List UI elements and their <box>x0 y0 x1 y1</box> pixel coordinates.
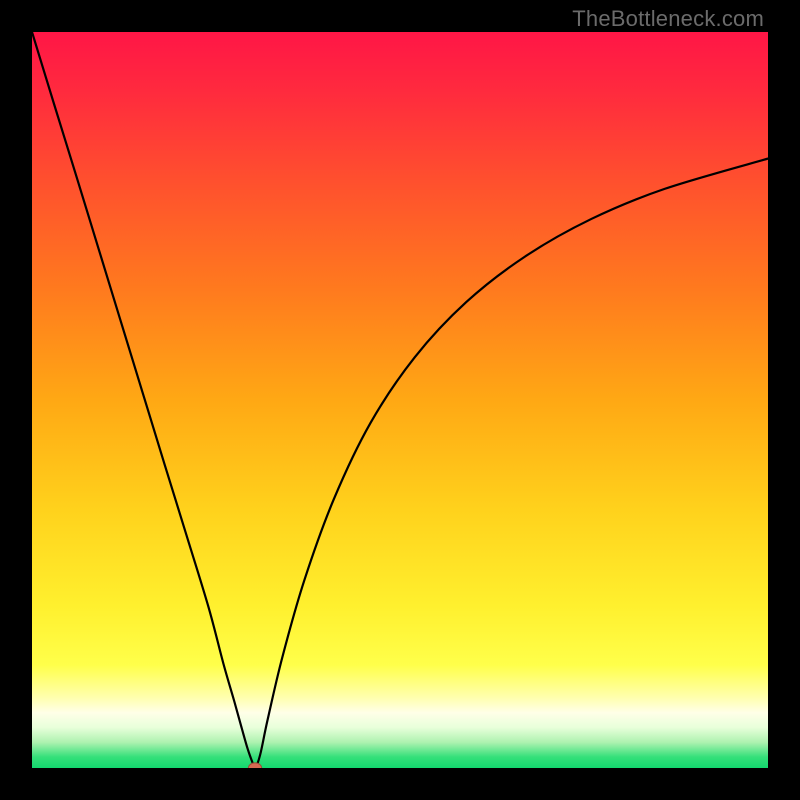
minimum-marker <box>248 763 261 768</box>
curve-layer <box>32 32 768 768</box>
watermark-text: TheBottleneck.com <box>572 6 764 32</box>
chart-frame: TheBottleneck.com <box>0 0 800 800</box>
plot-area <box>32 32 768 768</box>
bottleneck-curve <box>32 32 768 768</box>
